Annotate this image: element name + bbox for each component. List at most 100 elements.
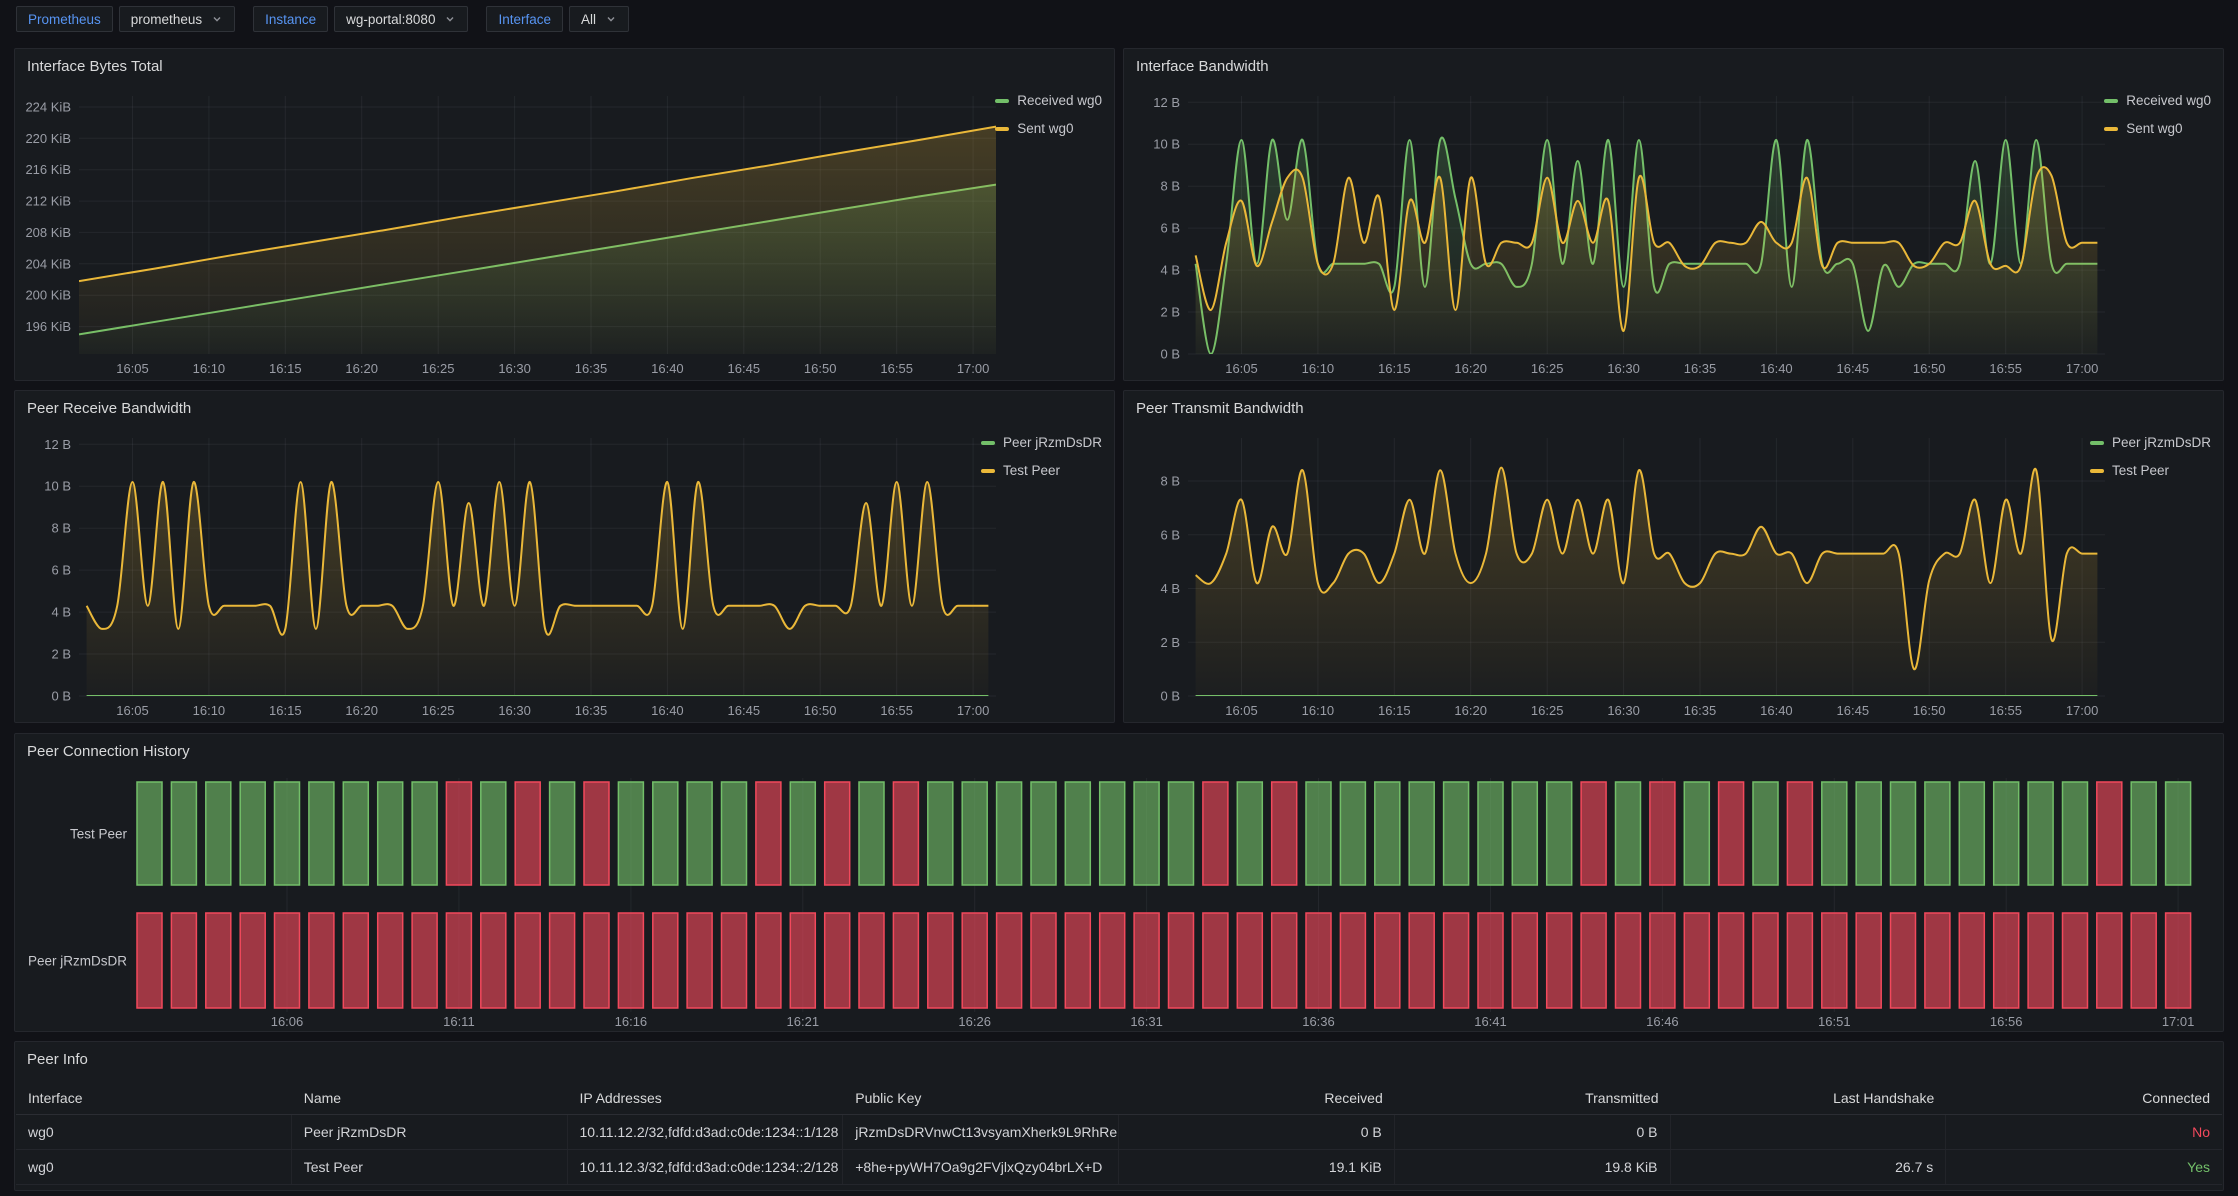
timeline-state-bar[interactable] [1100,782,1125,885]
timeline-state-bar[interactable] [275,782,300,885]
timeline-state-bar[interactable] [618,782,643,885]
timeline-state-bar[interactable] [240,782,265,885]
timeline-state-bar[interactable] [1375,782,1400,885]
timeline-state-bar[interactable] [2063,913,2088,1008]
peer-receive-bandwidth-chart[interactable]: 0 B2 B4 B6 B8 B10 B12 B16:0516:1016:1516… [15,391,1114,722]
timeline-state-bar[interactable] [1306,913,1331,1008]
column-header[interactable]: Public Key [843,1082,1119,1114]
timeline-state-bar[interactable] [137,913,162,1008]
timeline-state-bar[interactable] [481,782,506,885]
legend-item[interactable]: Peer jRzmDsDR [981,435,1102,450]
timeline-state-bar[interactable] [2097,782,2122,885]
timeline-state-bar[interactable] [653,913,678,1008]
legend-item[interactable]: Sent wg0 [2104,121,2211,136]
legend-item[interactable]: Received wg0 [995,93,1102,108]
timeline-state-bar[interactable] [962,913,987,1008]
timeline-state-bar[interactable] [653,782,678,885]
timeline-state-bar[interactable] [2028,913,2053,1008]
timeline-state-bar[interactable] [722,782,747,885]
timeline-state-bar[interactable] [1031,782,1056,885]
timeline-state-bar[interactable] [240,913,265,1008]
variable-select-instance[interactable]: wg-portal:8080 [334,6,468,32]
timeline-state-bar[interactable] [962,782,987,885]
timeline-state-bar[interactable] [515,913,540,1008]
column-header[interactable]: Last Handshake [1671,1082,1947,1114]
timeline-state-bar[interactable] [1650,913,1675,1008]
legend-item[interactable]: Peer jRzmDsDR [2090,435,2211,450]
timeline-state-bar[interactable] [1787,782,1812,885]
legend-item[interactable]: Received wg0 [2104,93,2211,108]
timeline-state-bar[interactable] [1134,782,1159,885]
timeline-state-bar[interactable] [1787,913,1812,1008]
legend-item[interactable]: Sent wg0 [995,121,1102,136]
timeline-state-bar[interactable] [790,913,815,1008]
timeline-state-bar[interactable] [1031,913,1056,1008]
timeline-state-bar[interactable] [997,782,1022,885]
timeline-state-bar[interactable] [1306,782,1331,885]
variable-select-datasource[interactable]: prometheus [119,6,235,32]
timeline-state-bar[interactable] [1925,913,1950,1008]
timeline-state-bar[interactable] [309,913,334,1008]
timeline-state-bar[interactable] [206,782,231,885]
interface-bytes-total-chart[interactable]: 196 KiB200 KiB204 KiB208 KiB212 KiB216 K… [15,49,1114,380]
timeline-state-bar[interactable] [1856,782,1881,885]
timeline-state-bar[interactable] [1684,782,1709,885]
timeline-state-bar[interactable] [1272,913,1297,1008]
timeline-state-bar[interactable] [1856,913,1881,1008]
timeline-state-bar[interactable] [2131,782,2156,885]
timeline-state-bar[interactable] [893,913,918,1008]
timeline-state-bar[interactable] [1409,782,1434,885]
panel-title[interactable]: Peer Info [15,1042,2223,1076]
timeline-state-bar[interactable] [378,913,403,1008]
legend-item[interactable]: Test Peer [2090,463,2211,478]
timeline-state-bar[interactable] [2097,913,2122,1008]
timeline-state-bar[interactable] [1925,782,1950,885]
timeline-state-bar[interactable] [446,913,471,1008]
timeline-state-bar[interactable] [1753,782,1778,885]
timeline-state-bar[interactable] [928,913,953,1008]
timeline-state-bar[interactable] [1203,913,1228,1008]
timeline-state-bar[interactable] [309,782,334,885]
timeline-state-bar[interactable] [550,913,575,1008]
timeline-state-bar[interactable] [2131,913,2156,1008]
timeline-state-bar[interactable] [343,913,368,1008]
timeline-state-bar[interactable] [859,782,884,885]
timeline-state-bar[interactable] [859,913,884,1008]
timeline-state-bar[interactable] [1237,782,1262,885]
timeline-state-bar[interactable] [550,782,575,885]
timeline-state-bar[interactable] [893,782,918,885]
timeline-state-bar[interactable] [412,913,437,1008]
timeline-state-bar[interactable] [206,913,231,1008]
timeline-state-bar[interactable] [1581,782,1606,885]
timeline-state-bar[interactable] [1478,913,1503,1008]
column-header[interactable]: Connected [1946,1082,2222,1114]
timeline-state-bar[interactable] [1409,913,1434,1008]
timeline-state-bar[interactable] [1581,913,1606,1008]
timeline-state-bar[interactable] [1547,782,1572,885]
timeline-state-bar[interactable] [1444,782,1469,885]
timeline-state-bar[interactable] [1340,913,1365,1008]
timeline-state-bar[interactable] [1203,782,1228,885]
timeline-state-bar[interactable] [997,913,1022,1008]
timeline-state-bar[interactable] [1100,913,1125,1008]
timeline-state-bar[interactable] [1994,913,2019,1008]
timeline-state-bar[interactable] [825,913,850,1008]
timeline-state-bar[interactable] [1616,913,1641,1008]
timeline-state-bar[interactable] [1272,782,1297,885]
timeline-state-bar[interactable] [1237,913,1262,1008]
timeline-state-bar[interactable] [1547,913,1572,1008]
timeline-state-bar[interactable] [1512,913,1537,1008]
timeline-state-bar[interactable] [2166,913,2191,1008]
timeline-state-bar[interactable] [1616,782,1641,885]
timeline-state-bar[interactable] [2028,782,2053,885]
timeline-state-bar[interactable] [1719,913,1744,1008]
timeline-state-bar[interactable] [1719,782,1744,885]
timeline-state-bar[interactable] [137,782,162,885]
timeline-state-bar[interactable] [756,913,781,1008]
timeline-state-bar[interactable] [1959,782,1984,885]
column-header[interactable]: Received [1119,1082,1395,1114]
column-header[interactable]: Name [292,1082,568,1114]
timeline-state-bar[interactable] [1753,913,1778,1008]
timeline-state-bar[interactable] [1650,782,1675,885]
timeline-state-bar[interactable] [171,913,196,1008]
